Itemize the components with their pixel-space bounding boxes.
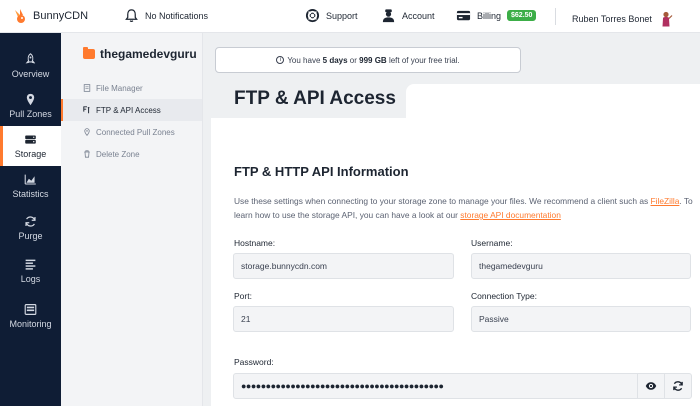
notifications-label: No Notifications [145, 10, 209, 21]
bell-icon [125, 9, 138, 22]
trial-prefix: You have [287, 55, 321, 65]
nav-overview-label: Overview [11, 69, 50, 79]
nav-storage[interactable]: Storage [0, 126, 61, 166]
hostname-label: Hostname: [234, 238, 276, 248]
title-tab-background [406, 84, 700, 120]
nav-logs-label: Logs [20, 274, 41, 284]
trash-icon [84, 150, 90, 158]
regenerate-password-button[interactable] [664, 374, 691, 398]
page-title: FTP & API Access [234, 88, 396, 109]
avatar [662, 11, 673, 27]
port-label: Port: [234, 291, 252, 301]
billing-button[interactable]: Billing $62.50 [456, 8, 537, 23]
nav-pull-zones[interactable]: Pull Zones [0, 86, 61, 126]
bunny-logo-icon [15, 9, 25, 23]
user-menu[interactable]: Ruben Torres Bonet [572, 10, 674, 27]
refresh-icon [673, 381, 683, 391]
connection-type-label: Connection Type: [471, 291, 537, 301]
trial-suffix: left of your free trial. [388, 55, 460, 65]
hostname-value: storage.bunnycdn.com [241, 261, 327, 271]
subnav-delete-zone[interactable]: Delete Zone [61, 143, 202, 165]
subnav-delete-zone-label: Delete Zone [96, 149, 140, 159]
balance-badge: $62.50 [507, 10, 537, 21]
lifebuoy-icon [305, 8, 320, 23]
account-button[interactable]: Account [381, 8, 435, 23]
description: Use these settings when connecting to yo… [234, 194, 694, 222]
user-icon [382, 9, 395, 23]
topbar-divider [555, 8, 556, 25]
top-bar: BunnyCDN No Notifications Support Accoun… [0, 0, 700, 33]
storage-subnav: thegamedevguru File Manager FTP & API Ac… [61, 33, 203, 406]
support-button[interactable]: Support [305, 8, 358, 23]
password-value: ●●●●●●●●●●●●●●●●●●●●●●●●●●●●●●●●●●●●●●●●… [241, 381, 444, 391]
subnav-ftp-api-access-label: FTP & API Access [96, 105, 161, 115]
main-sidebar: Overview Pull Zones Storage Statistics P… [0, 33, 61, 406]
nav-monitoring-label: Monitoring [9, 319, 52, 329]
connection-type-value: Passive [479, 314, 509, 324]
port-value: 21 [241, 314, 251, 324]
username-label: Username: [471, 238, 513, 248]
subnav-file-manager-label: File Manager [96, 83, 143, 93]
eye-icon [645, 382, 657, 390]
zone-name: thegamedevguru [100, 47, 197, 61]
storage-api-docs-link[interactable]: storage API documentation [460, 210, 561, 220]
map-pin-icon [26, 93, 35, 106]
ftp-icon [83, 106, 90, 114]
support-label: Support [326, 10, 358, 21]
folder-icon [83, 47, 95, 59]
nav-logs[interactable]: Logs [0, 251, 61, 291]
pin-icon [84, 128, 90, 136]
billing-label: Billing [477, 10, 502, 21]
show-password-button[interactable] [637, 374, 664, 398]
subnav-connected-pull-zones-label: Connected Pull Zones [96, 127, 175, 137]
trial-days: 5 days [322, 55, 348, 65]
credit-card-icon [456, 10, 471, 21]
rocket-icon [25, 53, 36, 64]
nav-statistics-label: Statistics [12, 189, 49, 199]
brand-name: BunnyCDN [33, 10, 89, 22]
username-value: thegamedevguru [479, 261, 543, 271]
trial-middle: or [349, 55, 357, 65]
subnav-file-manager[interactable]: File Manager [61, 77, 202, 99]
monitor-icon [24, 304, 37, 315]
brand-logo[interactable]: BunnyCDN [12, 8, 88, 24]
nav-purge[interactable]: Purge [0, 208, 61, 248]
username-field[interactable]: thegamedevguru [471, 253, 691, 279]
trial-gb: 999 GB [359, 55, 387, 65]
nav-purge-label: Purge [18, 231, 43, 241]
description-text-1: Use these settings when connecting to yo… [234, 196, 651, 206]
storage-icon [25, 135, 36, 144]
trial-notice: i You have 5 days or 999 GB left of your… [215, 47, 521, 73]
subnav-connected-pull-zones[interactable]: Connected Pull Zones [61, 121, 202, 143]
hostname-field[interactable]: storage.bunnycdn.com [233, 253, 454, 279]
logs-icon [25, 259, 36, 270]
nav-monitoring[interactable]: Monitoring [0, 296, 61, 336]
nav-overview[interactable]: Overview [0, 46, 61, 86]
chart-icon [24, 174, 36, 185]
user-name: Ruben Torres Bonet [572, 13, 652, 24]
filezilla-link[interactable]: FileZilla [651, 196, 680, 206]
zone-title: thegamedevguru [83, 47, 197, 61]
section-title: FTP & HTTP API Information [234, 164, 409, 179]
password-field[interactable]: ●●●●●●●●●●●●●●●●●●●●●●●●●●●●●●●●●●●●●●●●… [233, 373, 692, 399]
subnav-ftp-api-access[interactable]: FTP & API Access [61, 99, 202, 121]
info-icon: i [276, 56, 285, 64]
refresh-icon [25, 216, 36, 227]
password-label: Password: [234, 357, 274, 367]
notifications-button[interactable]: No Notifications [124, 8, 208, 23]
file-icon [83, 84, 91, 92]
port-field[interactable]: 21 [233, 306, 454, 332]
nav-pull-zones-label: Pull Zones [9, 109, 52, 119]
nav-storage-label: Storage [14, 149, 47, 159]
account-label: Account [402, 10, 435, 21]
connection-type-field[interactable]: Passive [471, 306, 691, 332]
nav-statistics[interactable]: Statistics [0, 166, 61, 206]
